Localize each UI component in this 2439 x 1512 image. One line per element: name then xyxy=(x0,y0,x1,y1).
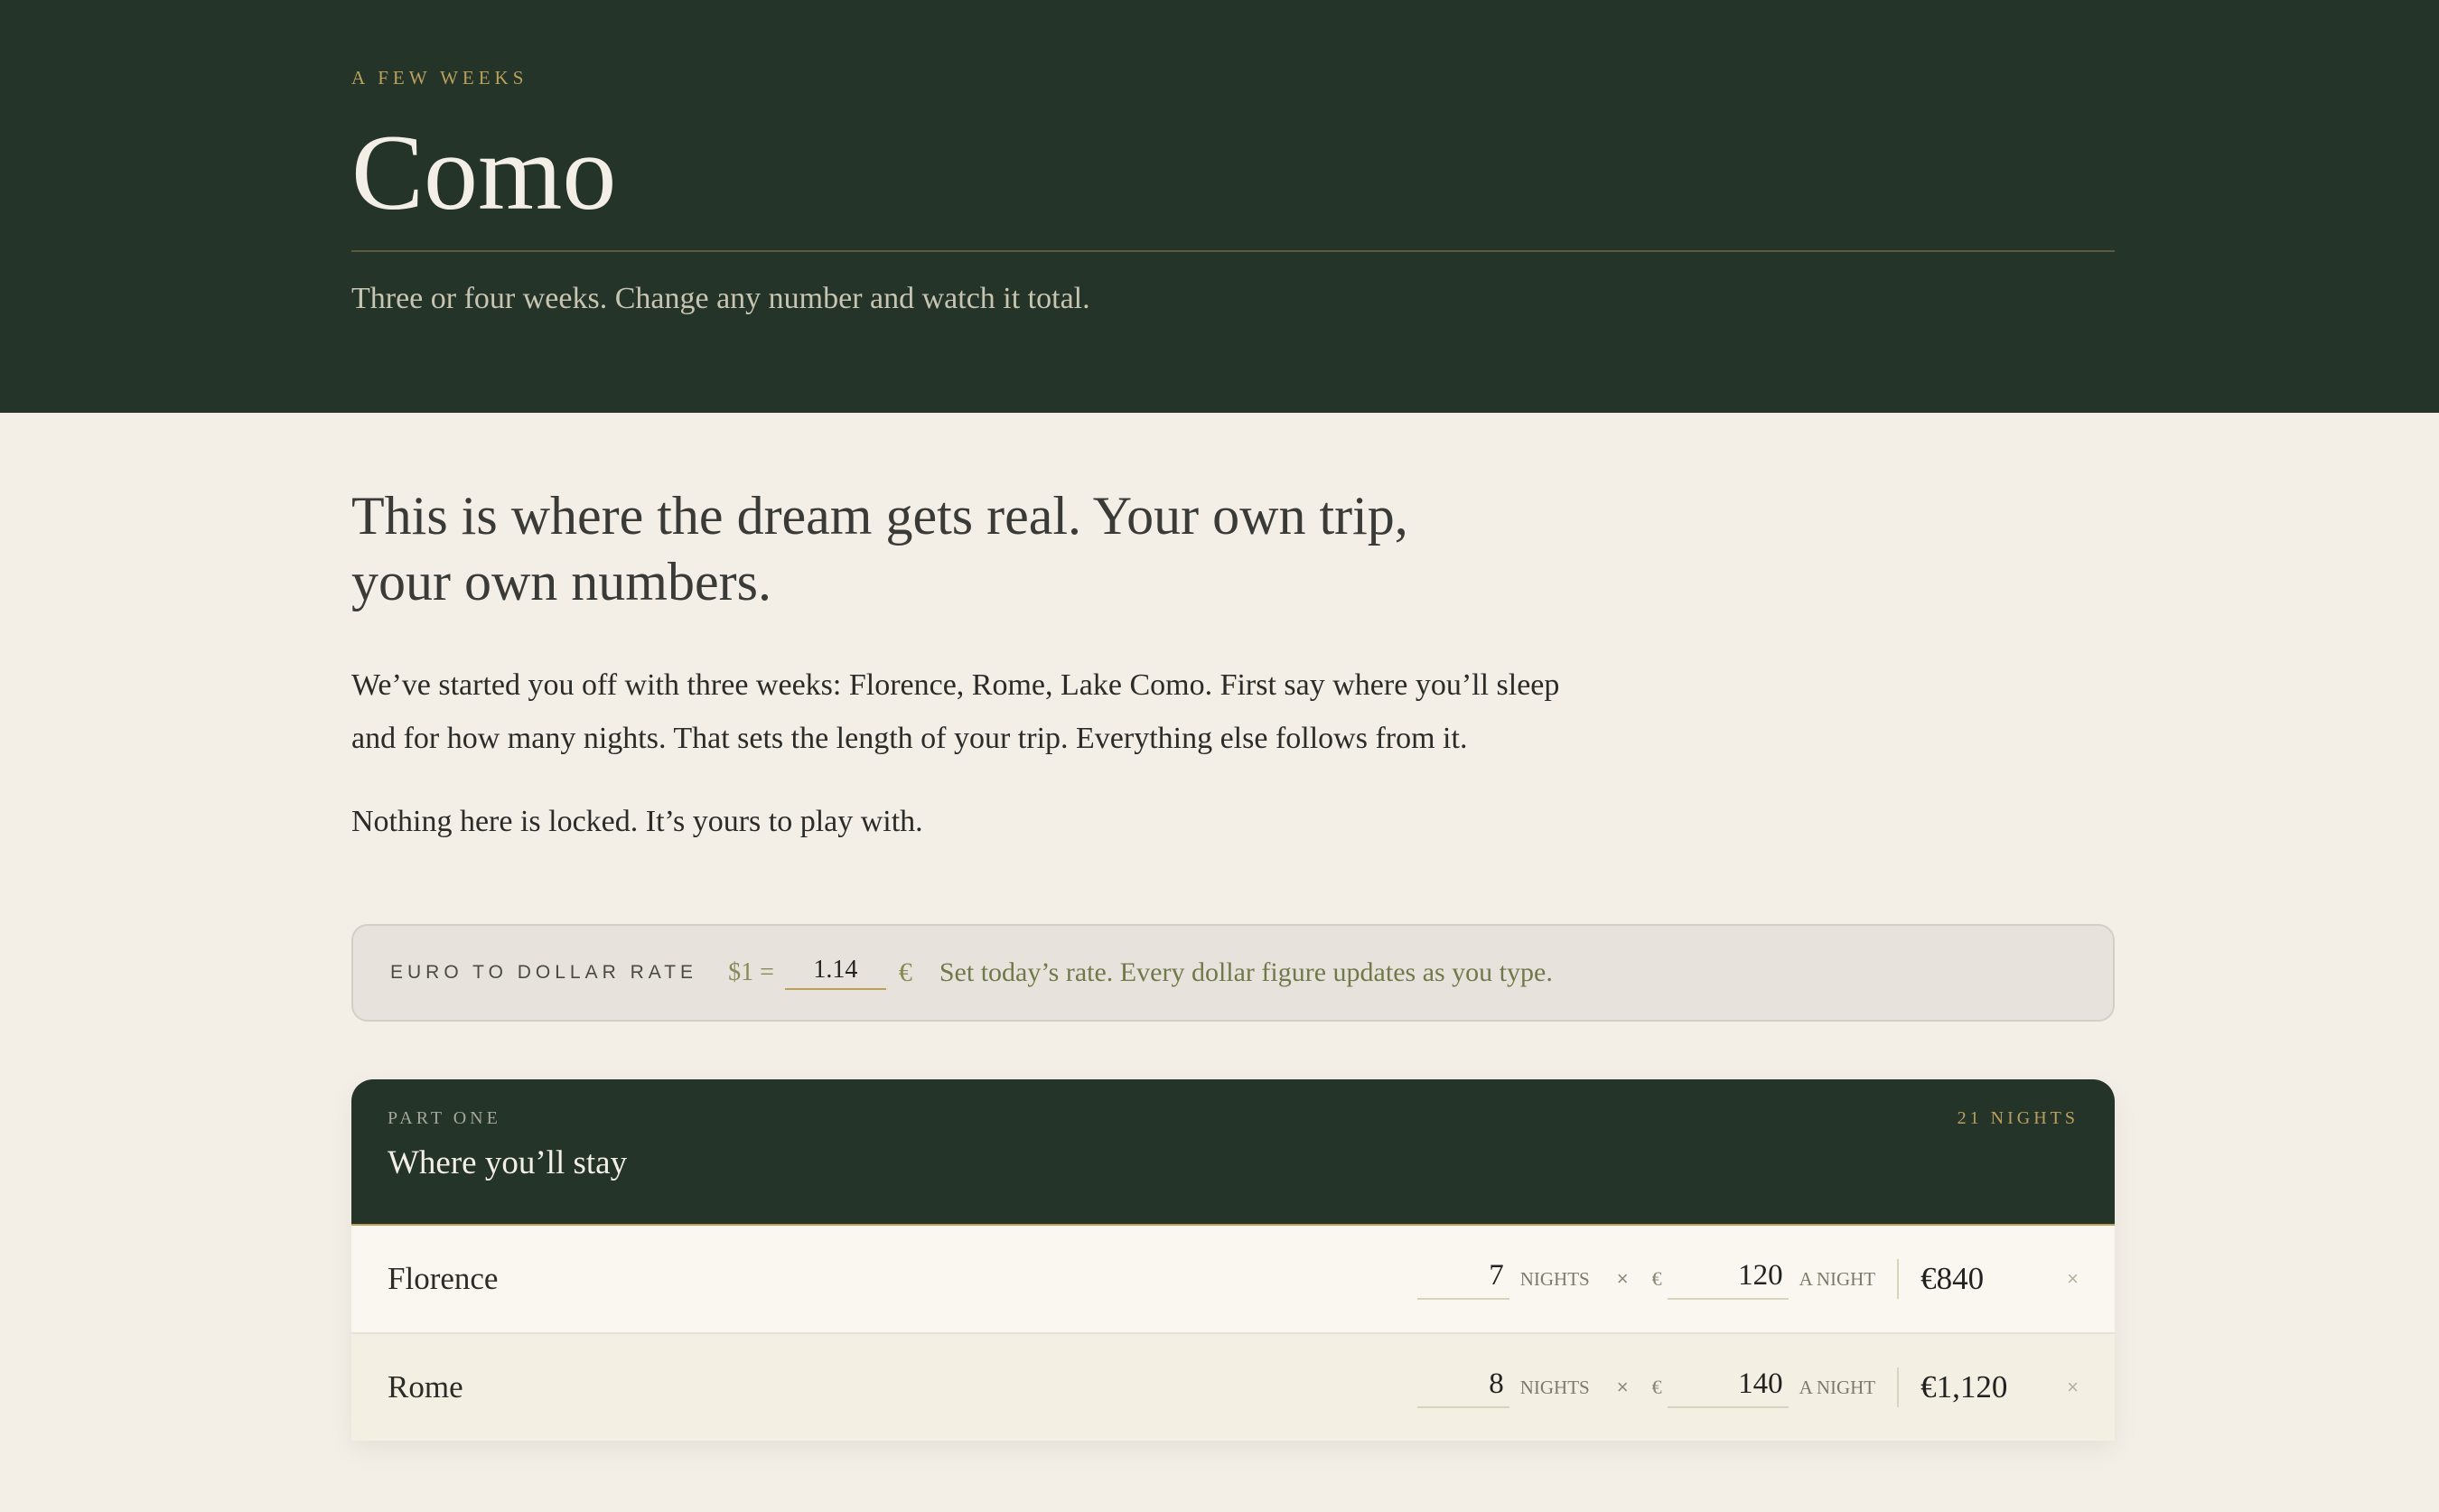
remove-row-icon[interactable]: × xyxy=(2067,1267,2079,1291)
nights-unit: NIGHTS xyxy=(1519,1376,1590,1398)
city-name: Rome xyxy=(388,1369,463,1405)
rate-prefix: $1 = xyxy=(728,958,774,986)
nights-input[interactable] xyxy=(1416,1367,1509,1408)
price-input[interactable] xyxy=(1667,1367,1789,1408)
intro-lead: This is where the dream gets real. Your … xyxy=(351,486,1408,611)
euro-symbol: € xyxy=(898,957,912,987)
row-total: €840 xyxy=(1920,1261,1985,1296)
euro-symbol: € xyxy=(1651,1267,1662,1290)
multiply-icon: × xyxy=(1616,1267,1629,1290)
exchange-rate-bar: EURO TO DOLLAR RATE $1 = € Set today’s r… xyxy=(351,924,2115,1022)
price-input[interactable] xyxy=(1667,1258,1789,1300)
stays-card-header: PART ONE Where you’ll stay 21 NIGHTS xyxy=(351,1079,2115,1224)
remove-row-icon[interactable]: × xyxy=(2067,1376,2079,1399)
euro-symbol: € xyxy=(1651,1376,1662,1398)
row-divider xyxy=(1897,1259,1900,1299)
nights-total: 21 NIGHTS xyxy=(1957,1108,2079,1128)
row-total: €1,120 xyxy=(1920,1369,2008,1405)
per-night-unit: A NIGHT xyxy=(1799,1267,1876,1290)
rate-label: EURO TO DOLLAR RATE xyxy=(390,962,698,983)
nights-input[interactable] xyxy=(1416,1258,1509,1300)
header-eyebrow: A FEW WEEKS xyxy=(351,67,528,89)
page-header: A FEW WEEKS Como Three or four weeks. Ch… xyxy=(0,0,2439,413)
stay-row-rome: Rome NIGHTS × € A NIGHT €1,120 × xyxy=(351,1332,2115,1441)
rate-hint: Set today’s rate. Every dollar figure up… xyxy=(939,957,1553,987)
page-title: Como xyxy=(351,112,617,232)
per-night-unit: A NIGHT xyxy=(1799,1376,1876,1398)
nights-unit: NIGHTS xyxy=(1519,1267,1590,1290)
rate-input[interactable] xyxy=(784,956,886,990)
main-content: This is where the dream gets real. Your … xyxy=(351,413,2115,1441)
intro-paragraph-2: Nothing here is locked. It’s yours to pl… xyxy=(351,805,923,838)
intro-paragraph-1: We’ve started you off with three weeks: … xyxy=(351,668,1560,755)
section-part-label: PART ONE xyxy=(388,1108,501,1128)
page-subtitle: Three or four weeks. Change any number a… xyxy=(351,282,1090,315)
multiply-icon: × xyxy=(1616,1376,1629,1398)
stay-row-florence: Florence NIGHTS × € A NIGHT €840 × xyxy=(351,1224,2115,1332)
city-name: Florence xyxy=(388,1261,499,1296)
row-divider xyxy=(1897,1367,1900,1407)
header-divider xyxy=(351,250,2115,252)
section-title: Where you’ll stay xyxy=(388,1144,628,1181)
stays-card: PART ONE Where you’ll stay 21 NIGHTS Flo… xyxy=(351,1079,2115,1441)
